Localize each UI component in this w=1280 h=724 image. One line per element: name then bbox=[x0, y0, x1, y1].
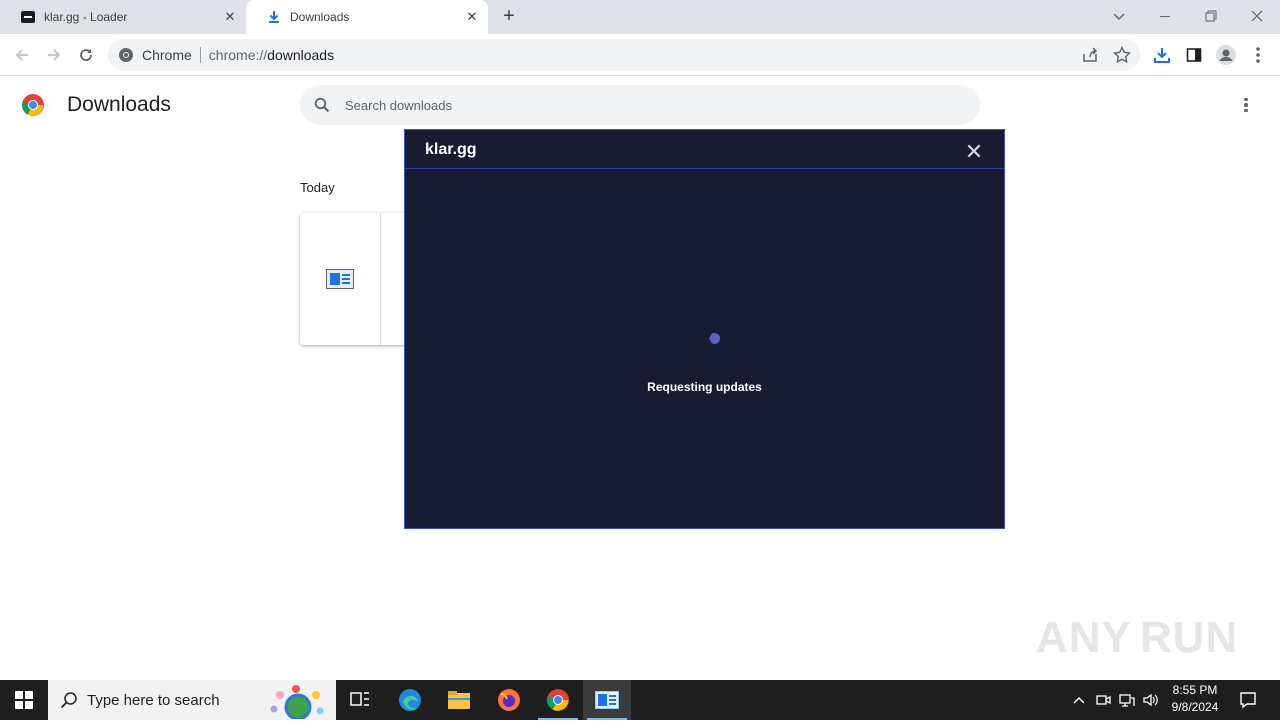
new-tab-button[interactable]: + bbox=[498, 6, 520, 28]
share-icon[interactable] bbox=[1081, 46, 1099, 67]
notifications-icon[interactable] bbox=[1232, 680, 1264, 720]
reload-button[interactable] bbox=[72, 41, 100, 69]
back-button[interactable] bbox=[8, 41, 36, 69]
taskbar-search-icon bbox=[60, 691, 78, 714]
tab-klar-loader[interactable]: klar.gg - Loader ✕ bbox=[0, 0, 246, 34]
chrome-logo-icon bbox=[21, 93, 45, 122]
minimize-button[interactable] bbox=[1142, 0, 1188, 32]
file-icon bbox=[326, 269, 354, 294]
url-scheme: chrome:// bbox=[208, 47, 268, 63]
omnibox-separator bbox=[199, 47, 201, 63]
chrome-taskbar-icon[interactable] bbox=[534, 680, 582, 720]
loader-titlebar[interactable]: klar.gg ✕ bbox=[405, 130, 1004, 169]
windows-logo-icon bbox=[15, 691, 33, 709]
show-hidden-icons-chevron-up-icon[interactable] bbox=[1068, 680, 1090, 720]
restore-button[interactable] bbox=[1188, 0, 1234, 32]
tab-title: Downloads bbox=[290, 10, 350, 24]
anyrun-watermark: ANY RUN bbox=[1036, 606, 1239, 670]
card-divider bbox=[380, 213, 381, 345]
chrome-menu-icon[interactable] bbox=[1244, 41, 1272, 69]
file-explorer-icon[interactable] bbox=[435, 680, 483, 720]
profile-avatar-icon[interactable] bbox=[1212, 41, 1240, 69]
downloads-toolbar-icon[interactable] bbox=[1148, 41, 1176, 69]
bookmark-star-icon[interactable] bbox=[1112, 45, 1132, 67]
taskbar-clock[interactable]: 8:55 PM 9/8/2024 bbox=[1166, 682, 1224, 718]
tab-downloads[interactable]: Downloads ✕ bbox=[246, 0, 488, 34]
task-view-icon[interactable] bbox=[336, 680, 384, 720]
search-placeholder: Search downloads bbox=[345, 97, 452, 113]
tab-title: klar.gg - Loader bbox=[44, 10, 128, 24]
klar-loader-window[interactable]: klar.gg ✕ Requesting updates bbox=[404, 129, 1005, 529]
clock-date: 9/8/2024 bbox=[1171, 700, 1219, 714]
forward-button[interactable] bbox=[40, 41, 68, 69]
firefox-icon[interactable] bbox=[485, 680, 533, 720]
loader-title: klar.gg bbox=[425, 141, 477, 158]
url-host: downloads bbox=[267, 47, 335, 63]
watermark-left-text: ANY bbox=[1036, 613, 1132, 662]
close-tab-icon[interactable]: ✕ bbox=[222, 9, 238, 25]
loading-spinner-icon bbox=[709, 333, 720, 344]
start-button[interactable] bbox=[0, 680, 48, 720]
page-title: Downloads bbox=[67, 93, 171, 116]
tab-search-chevron-down-icon[interactable] bbox=[1096, 0, 1142, 32]
date-section-label: Today bbox=[300, 180, 335, 195]
network-icon[interactable] bbox=[1116, 680, 1138, 720]
taskbar-search-box[interactable]: Type here to search bbox=[48, 680, 336, 721]
taskbar-search-placeholder: Type here to search bbox=[87, 691, 220, 709]
downloads-more-actions-icon[interactable] bbox=[1234, 94, 1258, 116]
volume-icon[interactable] bbox=[1140, 680, 1162, 720]
chrome-site-icon bbox=[118, 47, 134, 66]
klar-loader-taskbar-icon[interactable] bbox=[583, 680, 631, 720]
watermark-right-text: RUN bbox=[1139, 613, 1239, 662]
site-chip: Chrome bbox=[142, 47, 192, 63]
tab-strip: klar.gg - Loader ✕ Downloads ✕ + bbox=[0, 0, 1280, 34]
side-panel-icon[interactable] bbox=[1180, 41, 1208, 69]
search-downloads-input[interactable]: Search downloads bbox=[300, 85, 980, 125]
search-icon bbox=[314, 97, 330, 118]
meet-now-icon[interactable] bbox=[1092, 680, 1114, 720]
address-bar[interactable]: Chrome chrome:// downloads bbox=[108, 39, 1140, 71]
windows-taskbar: Type here to search 8:55 PM 9/8/2024 bbox=[0, 680, 1280, 721]
klar-favicon-icon bbox=[20, 9, 36, 25]
loader-status-text: Requesting updates bbox=[647, 380, 762, 394]
close-window-button[interactable] bbox=[1234, 0, 1280, 32]
download-icon bbox=[266, 9, 282, 25]
loader-close-icon[interactable]: ✕ bbox=[962, 139, 986, 164]
clock-time: 8:55 PM bbox=[1172, 683, 1218, 697]
browser-toolbar: Chrome chrome:// downloads bbox=[0, 34, 1280, 76]
close-tab-icon[interactable]: ✕ bbox=[464, 9, 480, 25]
search-highlight-globe-icon bbox=[260, 683, 332, 724]
edge-browser-icon[interactable] bbox=[386, 680, 434, 720]
